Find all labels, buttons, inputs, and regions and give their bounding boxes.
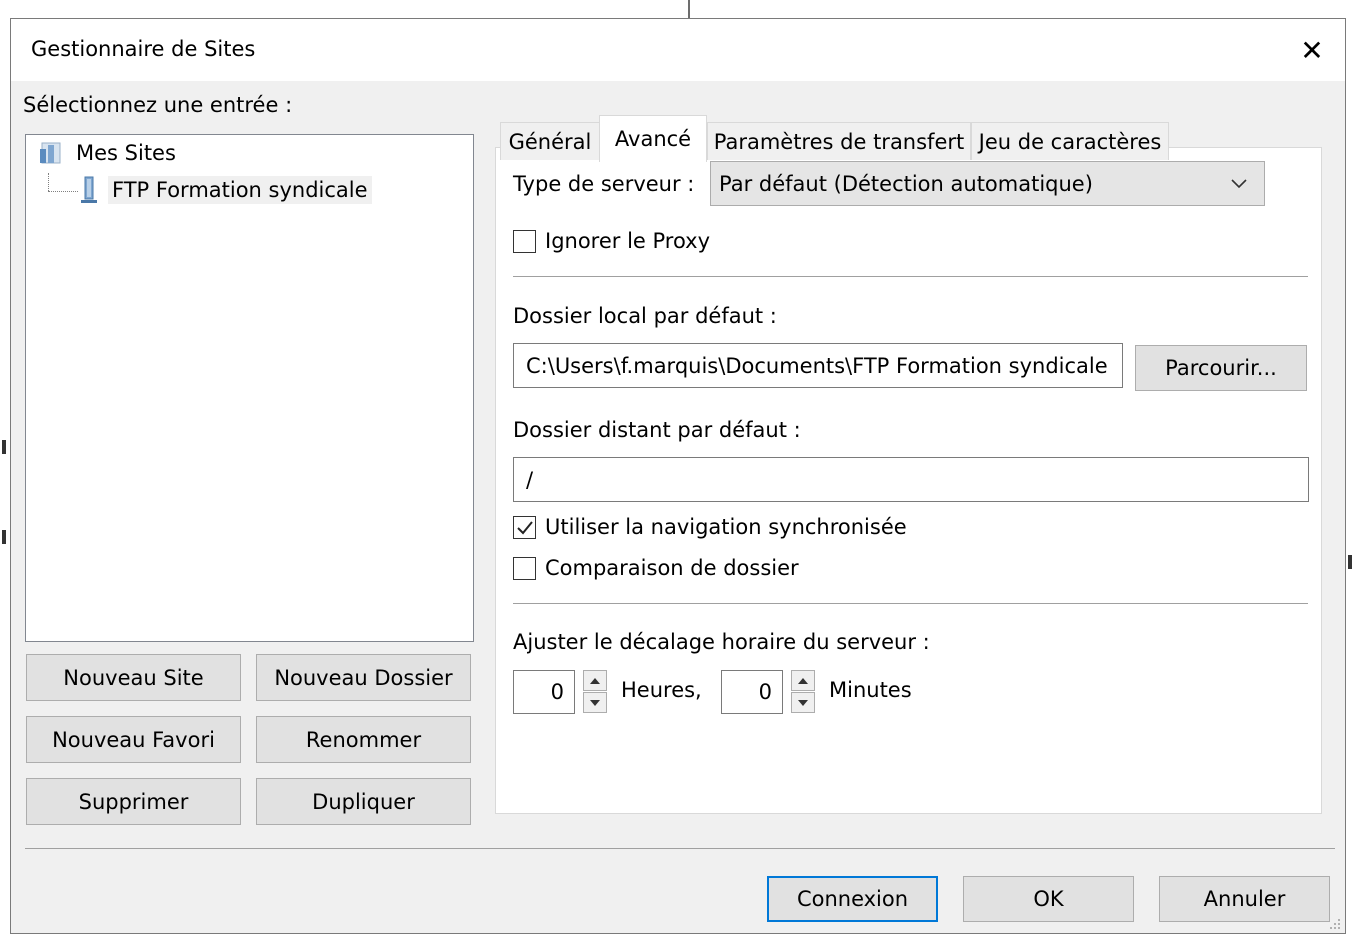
dir-comparison-label: Comparaison de dossier — [545, 556, 799, 580]
server-type-value: Par défaut (Détection automatique) — [719, 171, 1093, 196]
local-dir-label: Dossier local par défaut : — [513, 304, 777, 328]
minutes-input[interactable]: 0 — [721, 670, 783, 714]
select-entry-label: Sélectionnez une entrée : — [23, 93, 293, 117]
close-icon: ✕ — [1300, 33, 1324, 67]
arrow-up-icon — [798, 677, 808, 684]
bypass-proxy-label: Ignorer le Proxy — [545, 229, 711, 253]
site-tree[interactable]: Mes Sites FTP Formation syndicale — [25, 134, 474, 642]
hours-input[interactable]: 0 — [513, 670, 575, 714]
server-type-label: Type de serveur : — [513, 172, 695, 196]
arrow-up-icon — [590, 677, 600, 684]
bypass-proxy-checkbox[interactable] — [513, 230, 536, 253]
tab-advanced[interactable]: Avancé — [599, 115, 707, 162]
separator — [513, 276, 1308, 277]
hours-stepper[interactable] — [583, 670, 607, 714]
stepper-down-button[interactable] — [791, 692, 815, 713]
background-window-edge — [688, 0, 690, 18]
new-folder-button[interactable]: Nouveau Dossier — [256, 654, 471, 701]
tree-item-ftp-formation[interactable]: FTP Formation syndicale — [78, 175, 372, 205]
title-bar: Gestionnaire de Sites ✕ — [11, 19, 1345, 81]
remote-dir-label: Dossier distant par défaut : — [513, 418, 801, 442]
timezone-label: Ajuster le décalage horaire du serveur : — [513, 630, 930, 654]
minutes-stepper[interactable] — [791, 670, 815, 714]
ok-button[interactable]: OK — [963, 876, 1134, 922]
duplicate-button[interactable]: Dupliquer — [256, 778, 471, 825]
arrow-down-icon — [590, 699, 600, 706]
hours-label: Heures, — [621, 678, 702, 702]
folder-icon — [38, 139, 68, 167]
local-dir-input[interactable]: C:\Users\f.marquis\Documents\FTP Formati… — [513, 343, 1123, 388]
connect-button[interactable]: Connexion — [767, 876, 938, 922]
background-window-fragment — [1348, 555, 1352, 569]
background-window-fragment — [2, 530, 6, 544]
tree-item-label: FTP Formation syndicale — [108, 176, 372, 204]
browse-button[interactable]: Parcourir... — [1135, 345, 1307, 391]
server-type-select[interactable]: Par défaut (Détection automatique) — [710, 161, 1265, 206]
window-title: Gestionnaire de Sites — [31, 37, 256, 61]
remote-dir-input[interactable]: / — [513, 457, 1309, 502]
checkmark-icon — [517, 521, 533, 535]
chevron-down-icon — [1228, 172, 1250, 194]
sync-browsing-label: Utiliser la navigation synchronisée — [545, 515, 907, 539]
dir-comparison-checkbox[interactable] — [513, 557, 536, 580]
new-site-button[interactable]: Nouveau Site — [26, 654, 241, 701]
tab-transfer-settings[interactable]: Paramètres de transfert — [707, 122, 971, 160]
tree-connector — [48, 173, 49, 191]
stepper-up-button[interactable] — [791, 670, 815, 691]
tree-item-label: Mes Sites — [76, 141, 176, 165]
server-icon — [78, 175, 100, 205]
new-bookmark-button[interactable]: Nouveau Favori — [26, 716, 241, 763]
separator — [513, 603, 1308, 604]
footer-separator — [25, 848, 1335, 849]
stepper-up-button[interactable] — [583, 670, 607, 691]
minutes-label: Minutes — [829, 678, 912, 702]
tab-charset[interactable]: Jeu de caractères — [971, 122, 1169, 160]
sync-browsing-checkbox[interactable] — [513, 516, 536, 539]
arrow-down-icon — [798, 699, 808, 706]
tab-general[interactable]: Général — [500, 122, 600, 160]
stepper-down-button[interactable] — [583, 692, 607, 713]
delete-button[interactable]: Supprimer — [26, 778, 241, 825]
tree-item-mes-sites[interactable]: Mes Sites — [38, 139, 176, 167]
close-button[interactable]: ✕ — [1279, 19, 1345, 81]
resize-grip-icon[interactable] — [1327, 915, 1341, 929]
tree-connector — [48, 191, 78, 192]
rename-button[interactable]: Renommer — [256, 716, 471, 763]
background-window-fragment — [2, 440, 6, 454]
advanced-tab-panel: Type de serveur : Par défaut (Détection … — [495, 147, 1322, 814]
site-manager-dialog: Gestionnaire de Sites ✕ Sélectionnez une… — [10, 18, 1346, 934]
cancel-button[interactable]: Annuler — [1159, 876, 1330, 922]
